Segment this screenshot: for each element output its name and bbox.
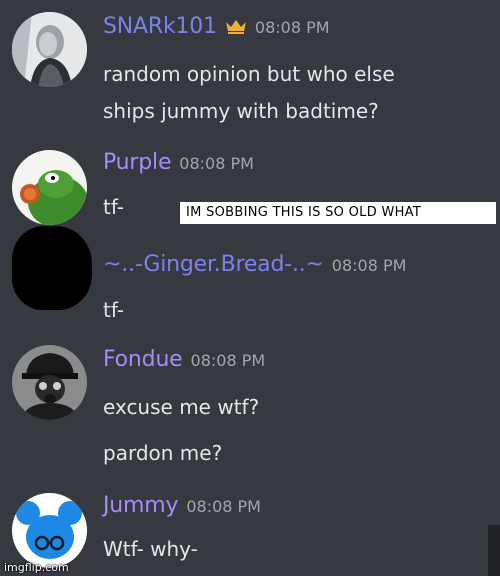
message-header: Purple 08:08 PM [103, 150, 254, 180]
overlay-caption: IM SOBBING THIS IS SO OLD WHAT [180, 202, 496, 224]
message-header: Jummy 08:08 PM [103, 493, 261, 523]
timestamp: 08:08 PM [254, 18, 330, 37]
user-avatar-blue-mouse[interactable] [12, 493, 87, 568]
kermit-tea-avatar-icon [12, 150, 87, 225]
timestamp: 08:08 PM [179, 154, 254, 173]
username[interactable]: ~..-Ginger.Bread-..~ [103, 252, 324, 277]
scrollbar[interactable] [488, 525, 500, 576]
message-group-jummy: Jummy 08:08 PM Wtf- why- [0, 485, 500, 576]
username[interactable]: Fondue [103, 347, 183, 372]
message-text: excuse me wtf? [103, 395, 260, 419]
username[interactable]: Jummy [103, 493, 179, 518]
message-group-ginger-bread: ~..-Ginger.Bread-..~ 08:08 PM tf- [0, 220, 500, 335]
message-header: ~..-Ginger.Bread-..~ 08:08 PM [103, 252, 406, 282]
username[interactable]: SNARk101 [103, 14, 217, 39]
statue-avatar-icon [12, 12, 87, 87]
timestamp: 08:08 PM [331, 256, 407, 275]
blacked-out-avatar-icon [12, 227, 90, 309]
user-avatar-blacked-out[interactable] [12, 226, 92, 310]
message-header: Fondue 08:08 PM [103, 347, 265, 377]
message-text: tf- [103, 195, 125, 219]
message-text: random opinion but who else [103, 62, 395, 86]
timestamp: 08:08 PM [190, 351, 266, 370]
user-avatar-kermit[interactable] [12, 150, 87, 225]
crown-icon [225, 18, 247, 34]
message-text: Wtf- why- [103, 537, 198, 561]
message-group-snark101: SNARk101 08:08 PM random opinion but who… [0, 0, 500, 140]
message-text: pardon me? [103, 441, 223, 465]
message-group-fondue: Fondue 08:08 PM excuse me wtf? pardon me… [0, 335, 500, 485]
username[interactable]: Purple [103, 150, 171, 175]
chat-log: SNARk101 08:08 PM random opinion but who… [0, 0, 500, 576]
message-header: SNARk101 08:08 PM [103, 14, 330, 44]
message-text: tf- [103, 298, 125, 322]
timestamp: 08:08 PM [186, 497, 261, 516]
message-text: ships jummy with badtime? [103, 99, 379, 123]
gas-mask-avatar-icon [12, 345, 87, 420]
user-avatar-statue[interactable] [12, 12, 87, 87]
user-avatar-gas-mask[interactable] [12, 345, 87, 420]
watermark: imgflip.com [4, 561, 69, 574]
blue-mouse-avatar-icon [12, 493, 87, 568]
